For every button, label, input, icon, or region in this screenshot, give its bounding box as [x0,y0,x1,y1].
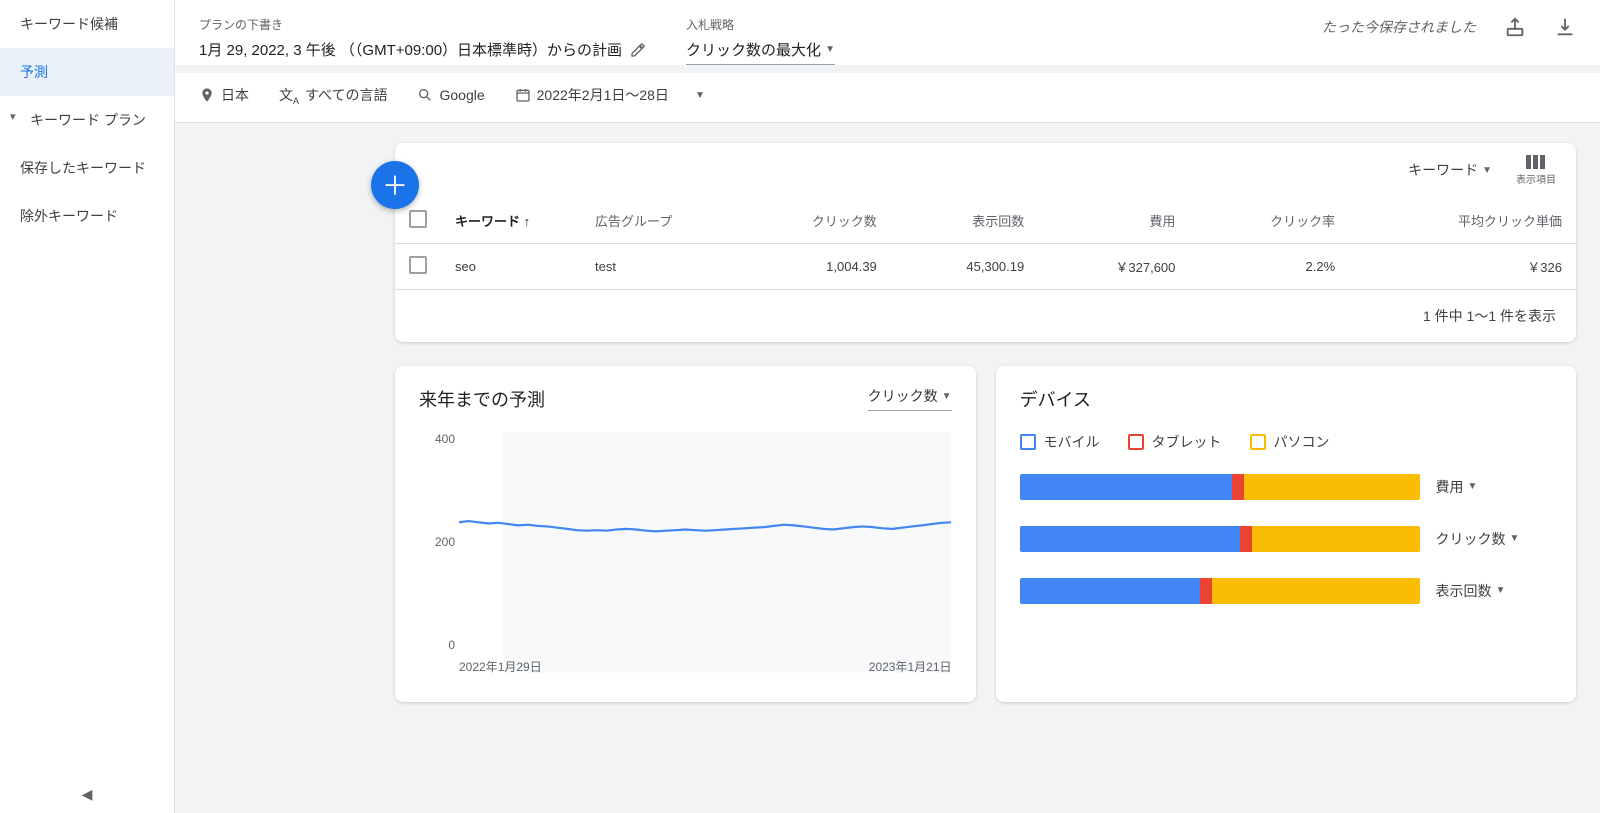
plan-date-text: 1月 29, 2022, 3 午後 （（GMT+09:00）日本標準時）からの計… [199,39,622,60]
bar-segment-モバイル [1020,474,1232,500]
plan-draft-label: プランの下書き [199,16,646,33]
location-icon [199,87,215,103]
bar-segment-モバイル [1020,526,1240,552]
chevron-down-icon: ▼ [1510,533,1520,544]
language-icon: 文A [279,85,299,106]
device-bar-row: クリック数▼ [1020,526,1553,552]
bar-segment-タブレット [1232,474,1244,500]
chevron-down-icon: ▼ [1468,481,1478,492]
x-tick: 2023年1月21日 [869,658,952,682]
device-metric-select[interactable]: 表示回数▼ [1436,581,1506,601]
forecast-title: 来年までの予測 [419,386,545,412]
device-metric-select[interactable]: 費用▼ [1436,477,1478,497]
col-clicks[interactable]: クリック数 [731,198,891,244]
columns-icon [1526,155,1546,169]
keywords-table-card: ＋ キーワード ▼ 表示項目 キーワード ↑ [395,143,1576,342]
chevron-down-icon: ▼ [1496,585,1506,596]
col-keyword[interactable]: キーワード ↑ [441,198,581,244]
tablet-swatch-icon [1128,434,1144,450]
cell-keyword: seo [441,243,581,289]
stacked-bar [1020,474,1420,500]
bar-segment-パソコン [1252,526,1420,552]
legend-tablet: タブレット [1128,432,1222,452]
device-panel: デバイス モバイル タブレット パソコン [996,366,1577,702]
row-checkbox[interactable] [409,256,427,274]
legend-desktop: パソコン [1250,432,1330,452]
sidebar: キーワード候補 予測 キーワード プラン 保存したキーワード 除外キーワード ◀ [0,0,175,813]
bar-segment-タブレット [1200,578,1212,604]
sidebar-item-keyword-ideas[interactable]: キーワード候補 [0,0,174,48]
chevron-down-icon: ▼ [1482,165,1492,176]
saved-status-text: たった今保存されました [1322,17,1476,37]
chevron-down-icon: ▼ [825,44,835,55]
stacked-bar [1020,526,1420,552]
select-all-checkbox[interactable] [409,210,427,228]
cell-ctr: 2.2% [1189,243,1349,289]
bar-segment-パソコン [1212,578,1420,604]
calendar-icon [515,87,531,103]
sidebar-item-negative-keywords[interactable]: 除外キーワード [0,192,174,240]
bar-segment-モバイル [1020,578,1200,604]
chevron-down-icon: ▼ [695,90,705,101]
x-tick: 2022年1月29日 [459,658,542,682]
cell-clicks: 1,004.39 [731,243,891,289]
device-metric-select[interactable]: クリック数▼ [1436,529,1520,549]
filter-bar: 日本 文A すべての言語 Google 2022年2月1日～28日 ▼ [175,73,1600,123]
search-icon [417,87,433,103]
language-filter[interactable]: 文A すべての言語 [279,85,387,106]
mobile-swatch-icon [1020,434,1036,450]
segment-dropdown[interactable]: キーワード ▼ [1408,160,1492,180]
col-impressions[interactable]: 表示回数 [891,198,1038,244]
device-title: デバイス [1020,386,1091,412]
bid-strategy-label: 入札戦略 [686,16,835,33]
y-tick: 400 [419,432,455,446]
columns-button[interactable]: 表示項目 [1516,155,1556,186]
keywords-table: キーワード ↑ 広告グループ クリック数 表示回数 費用 クリック率 平均クリッ… [395,198,1576,290]
forecast-chart: 400 200 0 2022年1月29日 2023年1月21日 [459,432,952,682]
forecast-metric-select[interactable]: クリック数 ▼ [868,386,952,411]
table-row: seo test 1,004.39 45,300.19 ￥327,600 2.2… [395,243,1576,289]
bar-segment-タブレット [1240,526,1252,552]
sort-asc-icon: ↑ [524,214,531,229]
network-filter[interactable]: Google [417,87,484,103]
col-adgroup[interactable]: 広告グループ [581,198,731,244]
sidebar-item-keyword-plan[interactable]: キーワード プラン [0,96,174,144]
y-tick: 0 [419,638,455,652]
sidebar-collapse-handle[interactable]: ◀ [82,786,93,803]
table-footer-text: 1 件中 1～1 件を表示 [395,290,1576,342]
chevron-down-icon: ▼ [942,391,952,402]
bid-strategy-select[interactable]: クリック数の最大化 ▼ [686,39,835,65]
cell-impressions: 45,300.19 [891,243,1038,289]
stacked-bar [1020,578,1420,604]
download-icon[interactable] [1554,16,1576,38]
sidebar-item-forecast[interactable]: 予測 [0,48,174,96]
legend-mobile: モバイル [1020,432,1100,452]
edit-plan-icon[interactable] [630,42,646,58]
col-ctr[interactable]: クリック率 [1189,198,1349,244]
cell-adgroup: test [581,243,731,289]
cell-cpc: ￥326 [1349,243,1576,289]
device-legend: モバイル タブレット パソコン [1020,432,1553,452]
forecast-panel: 来年までの予測 クリック数 ▼ 400 200 0 [395,366,976,702]
share-icon[interactable] [1504,16,1526,38]
cell-cost: ￥327,600 [1038,243,1189,289]
location-filter[interactable]: 日本 [199,85,249,105]
sidebar-item-saved-keywords[interactable]: 保存したキーワード [0,144,174,192]
daterange-filter[interactable]: 2022年2月1日～28日 ▼ [515,85,705,105]
device-bar-row: 費用▼ [1020,474,1553,500]
bar-segment-パソコン [1244,474,1420,500]
desktop-swatch-icon [1250,434,1266,450]
y-tick: 200 [419,535,455,549]
col-cpc[interactable]: 平均クリック単価 [1349,198,1576,244]
col-cost[interactable]: 費用 [1038,198,1189,244]
topbar: プランの下書き 1月 29, 2022, 3 午後 （（GMT+09:00）日本… [175,0,1600,65]
device-bar-row: 表示回数▼ [1020,578,1553,604]
add-keyword-button[interactable]: ＋ [371,161,419,209]
